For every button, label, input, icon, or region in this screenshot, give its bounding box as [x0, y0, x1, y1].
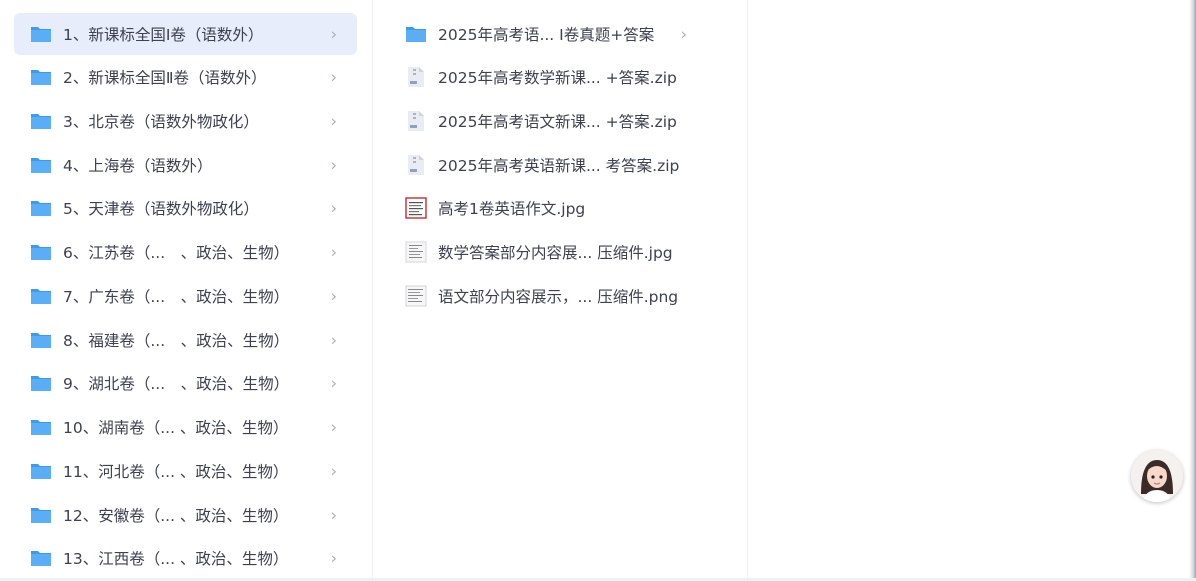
chevron-right-icon: › [330, 155, 337, 175]
folder-icon [31, 551, 51, 566]
folder-icon [31, 158, 51, 173]
folder-item-3[interactable]: 3、北京卷（语数外物政化） › [14, 100, 357, 142]
chevron-right-icon: › [330, 461, 337, 481]
folder-item-13[interactable]: 13、江西卷（... 、政治、生物） › [14, 537, 357, 579]
folder-item-9[interactable]: 9、湖北卷（... 、政治、生物） › [14, 362, 357, 404]
folder-label: 5、天津卷（语数外物政化） [63, 200, 259, 218]
chevron-right-icon: › [330, 505, 337, 525]
folder-icon [31, 508, 51, 523]
folder-icon [31, 464, 51, 479]
folder-icon [31, 420, 51, 435]
folder-icon [31, 245, 51, 260]
file-label: 2025年高考语... Ⅰ卷真题+答案 [438, 26, 655, 44]
folder-list-column: 1、新课标全国Ⅰ卷（语数外） › 2、新课标全国Ⅱ卷（语数外） › 3、北京卷（… [0, 0, 373, 581]
file-item-zip[interactable]: 2025年高考英语新课... 考答案.zip [401, 144, 721, 186]
folder-label: 2、新课标全国Ⅱ卷（语数外） [63, 69, 267, 87]
folder-item-12[interactable]: 12、安徽卷（... 、政治、生物） › [14, 494, 357, 536]
zip-file-icon [408, 111, 424, 131]
image-thumbnail-icon [405, 241, 427, 263]
folder-label: 6、江苏卷（... 、政治、生物） [63, 244, 290, 262]
file-label: 2025年高考英语新课... 考答案.zip [438, 157, 680, 175]
folder-icon [31, 27, 51, 42]
avatar-illustration [1131, 450, 1183, 502]
folder-label: 12、安徽卷（... 、政治、生物） [63, 507, 289, 525]
folder-label: 7、广东卷（... 、政治、生物） [63, 288, 290, 306]
chevron-right-icon: › [330, 198, 337, 218]
zip-file-icon [408, 67, 424, 87]
folder-item-5[interactable]: 5、天津卷（语数外物政化） › [14, 187, 357, 229]
folder-label: 10、湖南卷（... 、政治、生物） [63, 419, 289, 437]
folder-item-1[interactable]: 1、新课标全国Ⅰ卷（语数外） › [14, 13, 357, 55]
file-item-zip[interactable]: 2025年高考语文新课... +答案.zip [401, 100, 721, 142]
window-edge [1189, 0, 1196, 581]
folder-icon [31, 376, 51, 391]
chevron-right-icon: › [330, 417, 337, 437]
folder-item-6[interactable]: 6、江苏卷（... 、政治、生物） › [14, 231, 357, 273]
folder-item-4[interactable]: 4、上海卷（语数外） › [14, 144, 357, 186]
folder-icon [406, 27, 426, 42]
folder-label: 13、江西卷（... 、政治、生物） [63, 550, 289, 568]
file-label: 2025年高考数学新课... +答案.zip [438, 69, 677, 87]
file-item-image[interactable]: 数学答案部分内容展... 压缩件.jpg [401, 231, 721, 273]
file-item-zip[interactable]: 2025年高考数学新课... +答案.zip [401, 56, 721, 98]
file-item-image[interactable]: 语文部分内容展示，... 压缩件.png [401, 275, 721, 317]
file-list-column: 2025年高考语... Ⅰ卷真题+答案 › 2025年高考数学新课... +答案… [373, 0, 748, 581]
chevron-right-icon: › [330, 330, 337, 350]
folder-label: 9、湖北卷（... 、政治、生物） [63, 375, 290, 393]
file-item-image[interactable]: 高考1卷英语作文.jpg [401, 187, 721, 229]
file-label: 高考1卷英语作文.jpg [438, 200, 586, 218]
chevron-right-icon: › [330, 373, 337, 393]
folder-item-10[interactable]: 10、湖南卷（... 、政治、生物） › [14, 406, 357, 448]
file-label: 语文部分内容展示，... 压缩件.png [438, 288, 679, 306]
folder-icon [31, 333, 51, 348]
folder-item-8[interactable]: 8、福建卷（... 、政治、生物） › [14, 319, 357, 361]
folder-label: 11、河北卷（... 、政治、生物） [63, 463, 289, 481]
folder-label: 1、新课标全国Ⅰ卷（语数外） [63, 26, 264, 44]
folder-icon [31, 289, 51, 304]
folder-label: 8、福建卷（... 、政治、生物） [63, 332, 290, 350]
chevron-right-icon: › [330, 24, 337, 44]
file-label: 数学答案部分内容展... 压缩件.jpg [438, 244, 673, 262]
file-label: 2025年高考语文新课... +答案.zip [438, 113, 677, 131]
folder-icon [31, 70, 51, 85]
assistant-avatar[interactable] [1131, 450, 1183, 502]
folder-icon [31, 114, 51, 129]
chevron-right-icon: › [330, 286, 337, 306]
file-item-folder[interactable]: 2025年高考语... Ⅰ卷真题+答案 › [401, 13, 721, 55]
image-thumbnail-icon [405, 285, 427, 307]
chevron-right-icon: › [330, 67, 337, 87]
zip-file-icon [408, 155, 424, 175]
folder-label: 4、上海卷（语数外） [63, 157, 213, 175]
folder-icon [31, 201, 51, 216]
chevron-right-icon: › [680, 24, 687, 44]
folder-item-7[interactable]: 7、广东卷（... 、政治、生物） › [14, 275, 357, 317]
image-thumbnail-icon [405, 197, 427, 219]
chevron-right-icon: › [330, 548, 337, 568]
chevron-right-icon: › [330, 111, 337, 131]
chevron-right-icon: › [330, 242, 337, 262]
folder-label: 3、北京卷（语数外物政化） [63, 113, 259, 131]
folder-item-11[interactable]: 11、河北卷（... 、政治、生物） › [14, 450, 357, 492]
folder-item-2[interactable]: 2、新课标全国Ⅱ卷（语数外） › [14, 56, 357, 98]
